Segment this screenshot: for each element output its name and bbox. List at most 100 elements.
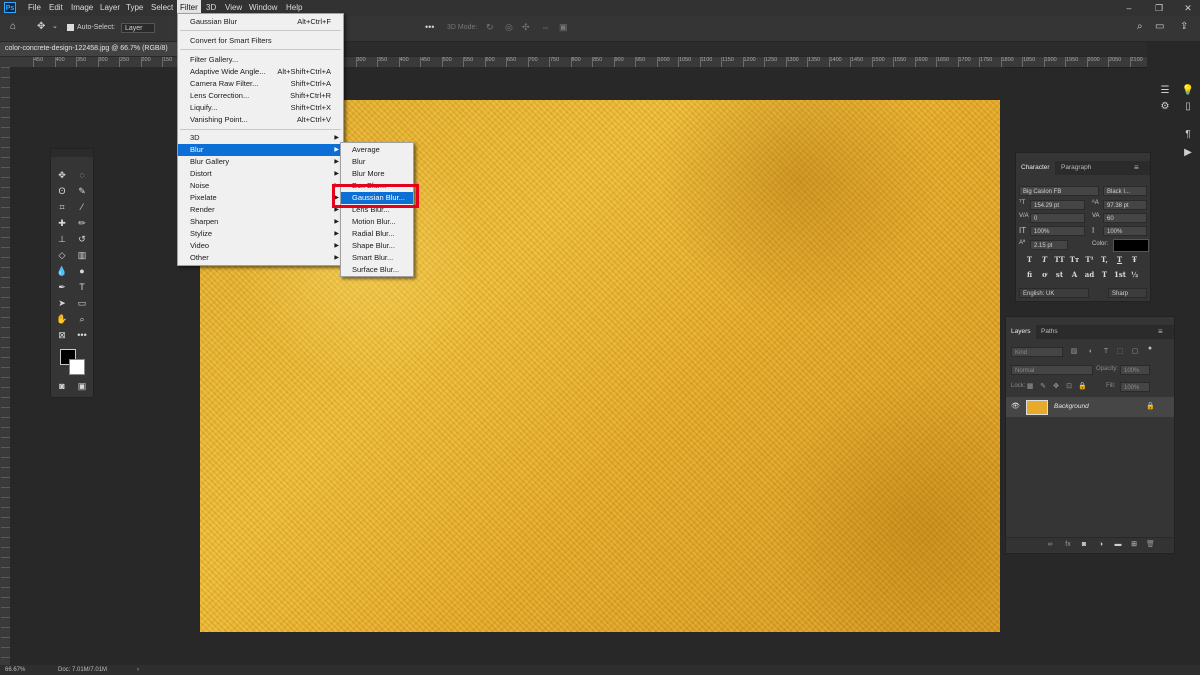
brush-tool-icon[interactable]: ✏: [74, 216, 90, 230]
lock-image-icon[interactable]: ✎: [1039, 383, 1047, 391]
clone-stamp-tool-icon[interactable]: ⊥: [54, 232, 70, 246]
tab-layers[interactable]: Layers: [1006, 325, 1036, 339]
layer-filter-kind[interactable]: Kind: [1011, 347, 1063, 357]
filter-lens-correction[interactable]: Lens Correction... Shift+Ctrl+R: [178, 90, 343, 102]
menu-file[interactable]: File: [25, 0, 44, 16]
filter-smart-object-icon[interactable]: ▢: [1131, 348, 1139, 356]
properties-icon[interactable]: ⚙: [1157, 100, 1173, 114]
faux-bold-button[interactable]: T: [1024, 254, 1035, 265]
learn-icon[interactable]: 💡: [1180, 84, 1196, 98]
3d-pan-icon[interactable]: ✣: [522, 22, 530, 33]
tab-character[interactable]: Character: [1016, 161, 1055, 175]
opacity-field[interactable]: 100%: [1120, 365, 1150, 375]
anti-alias-dropdown[interactable]: Sharp: [1108, 288, 1147, 298]
minimize-icon[interactable]: –: [1124, 3, 1134, 13]
crop-tool-icon[interactable]: ⌗: [54, 200, 70, 214]
dodge-tool-icon[interactable]: ●: [74, 264, 90, 278]
3d-scale-icon[interactable]: ▣: [559, 22, 568, 33]
blend-mode-dropdown[interactable]: Normal: [1011, 365, 1093, 375]
vertical-scale-field[interactable]: 100%: [1030, 226, 1085, 236]
filter-pixel-icon[interactable]: ▨: [1070, 348, 1078, 356]
filter-toggle-icon[interactable]: ●: [1146, 345, 1154, 353]
ordinals-button[interactable]: 1st: [1114, 269, 1126, 280]
filter-last-gaussian-blur[interactable]: Gaussian Blur Alt+Ctrl+F: [178, 16, 343, 28]
restore-icon[interactable]: ❐: [1154, 3, 1164, 13]
zoom-tool-icon[interactable]: ⌕: [74, 312, 90, 326]
filter-stylize[interactable]: Stylize ▶: [178, 228, 343, 240]
move-tool-icon[interactable]: ✥: [37, 21, 45, 32]
close-icon[interactable]: ✕: [1183, 3, 1193, 13]
fractions-button[interactable]: ½: [1129, 269, 1140, 280]
tab-paragraph[interactable]: Paragraph: [1056, 161, 1096, 175]
blur-average[interactable]: Average: [341, 144, 413, 156]
menu-type[interactable]: Type: [123, 0, 146, 16]
link-layers-icon[interactable]: ∞: [1046, 541, 1054, 549]
marquee-tool-icon[interactable]: ◌: [74, 168, 90, 182]
kerning-field[interactable]: 0: [1030, 213, 1085, 223]
menu-layer[interactable]: Layer: [97, 0, 123, 16]
3d-slide-icon[interactable]: ⇔: [541, 22, 550, 32]
panel-menu-icon[interactable]: ≡: [1158, 325, 1163, 339]
blur-blur[interactable]: Blur: [341, 156, 413, 168]
character-paragraph-icon[interactable]: ¶: [1180, 128, 1196, 142]
search-icon[interactable]: ⌕: [1137, 21, 1143, 32]
all-caps-button[interactable]: TT: [1054, 254, 1065, 265]
eyedropper-tool-icon[interactable]: ⁄: [74, 200, 90, 214]
adjustments-icon[interactable]: ☰: [1157, 84, 1173, 98]
filter-video[interactable]: Video ▶: [178, 240, 343, 252]
leading-field[interactable]: 97.38 pt: [1103, 200, 1147, 210]
titling-button[interactable]: ad: [1084, 269, 1095, 280]
libraries-icon[interactable]: ▯: [1180, 100, 1196, 114]
filter-adaptive-wide-angle[interactable]: Adaptive Wide Angle... Alt+Shift+Ctrl+A: [178, 66, 343, 78]
panel-menu-icon[interactable]: ≡: [1134, 161, 1139, 175]
blur-surface[interactable]: Surface Blur...: [341, 264, 413, 276]
tools-panel-header[interactable]: [51, 149, 93, 157]
fill-field[interactable]: 100%: [1120, 382, 1150, 392]
delete-layer-icon[interactable]: 🗑: [1146, 541, 1155, 549]
adjustment-layer-icon[interactable]: ◑: [1097, 541, 1105, 549]
hand-tool-icon[interactable]: ✋: [54, 312, 70, 326]
blur-shape[interactable]: Shape Blur...: [341, 240, 413, 252]
filter-3d[interactable]: 3D ▶: [178, 132, 343, 144]
new-layer-icon[interactable]: ⊞: [1130, 541, 1138, 549]
layer-style-icon[interactable]: fx: [1064, 541, 1072, 549]
auto-select-dropdown[interactable]: Layer: [121, 23, 155, 33]
superscript-button[interactable]: T¹: [1084, 254, 1095, 265]
filter-sharpen[interactable]: Sharpen ▶: [178, 216, 343, 228]
tracking-field[interactable]: 60: [1103, 213, 1147, 223]
lock-position-icon[interactable]: ✥: [1052, 383, 1060, 391]
more-options-icon[interactable]: •••: [425, 22, 434, 32]
pen-tool-icon[interactable]: ✒: [54, 280, 70, 294]
background-color-swatch[interactable]: [69, 359, 85, 375]
subscript-button[interactable]: T,: [1099, 254, 1110, 265]
filter-convert-smart[interactable]: Convert for Smart Filters: [178, 35, 343, 47]
filter-camera-raw[interactable]: Camera Raw Filter... Shift+Ctrl+A: [178, 78, 343, 90]
lock-artboard-icon[interactable]: ⊡: [1065, 383, 1073, 391]
home-icon[interactable]: ⌂: [10, 21, 16, 32]
filter-liquify[interactable]: Liquify... Shift+Ctrl+X: [178, 102, 343, 114]
3d-rotate-icon[interactable]: ↻: [486, 22, 494, 33]
filter-blur[interactable]: Blur ▶: [178, 144, 343, 156]
filter-type-icon[interactable]: T: [1102, 348, 1110, 356]
history-brush-tool-icon[interactable]: ↺: [74, 232, 90, 246]
small-caps-button[interactable]: Tт: [1069, 254, 1080, 265]
menu-edit[interactable]: Edit: [46, 0, 66, 16]
eye-icon[interactable]: 👁: [1011, 403, 1020, 411]
faux-italic-button[interactable]: T: [1039, 254, 1050, 265]
lock-all-icon[interactable]: 🔒: [1078, 383, 1087, 391]
new-group-icon[interactable]: ▬: [1114, 541, 1122, 549]
language-dropdown[interactable]: English: UK: [1019, 288, 1089, 298]
filter-gallery[interactable]: Filter Gallery...: [178, 54, 343, 66]
horizontal-scale-field[interactable]: 100%: [1103, 226, 1147, 236]
blur-smart[interactable]: Smart Blur...: [341, 252, 413, 264]
filter-pixelate[interactable]: Pixelate ▶: [178, 192, 343, 204]
share-icon[interactable]: ⇪: [1180, 21, 1188, 32]
filter-render[interactable]: Render ▶: [178, 204, 343, 216]
3d-roll-icon[interactable]: ◎: [505, 22, 513, 33]
stylistic-alternates-button[interactable]: st: [1054, 269, 1065, 280]
path-select-tool-icon[interactable]: ➤: [54, 296, 70, 310]
strikethrough-button[interactable]: Ŧ: [1129, 254, 1140, 265]
menu-select[interactable]: Select: [148, 0, 176, 16]
rectangle-tool-icon[interactable]: ▭: [74, 296, 90, 310]
blur-tool-icon[interactable]: 💧: [54, 264, 70, 278]
